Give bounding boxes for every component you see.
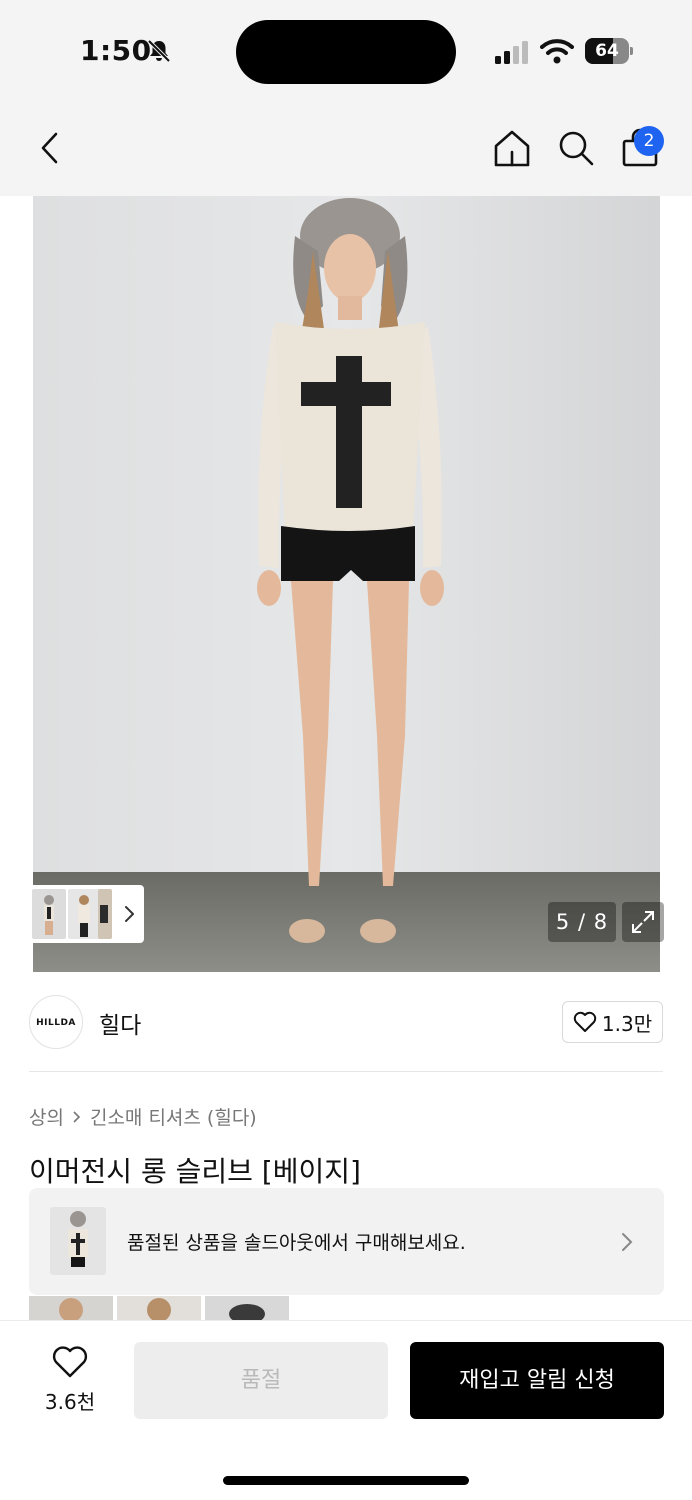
breadcrumb-category[interactable]: 상의 (29, 1103, 64, 1130)
heart-icon (573, 1011, 597, 1032)
related-images-row (29, 1296, 299, 1320)
chevron-right-icon[interactable] (120, 903, 138, 925)
thumbnail-image[interactable] (68, 889, 102, 939)
expand-button[interactable] (622, 902, 664, 942)
status-bar: 1:50 64 (0, 0, 692, 100)
brand-logo[interactable]: HILLDA (29, 995, 83, 1049)
bell-muted-icon (147, 39, 171, 63)
image-counter: 5 / 8 (548, 902, 616, 942)
restock-alert-button[interactable]: 재입고 알림 신청 (410, 1342, 664, 1419)
home-indicator (223, 1476, 469, 1485)
brand-name[interactable]: 힐다 (99, 1006, 141, 1040)
brand-like-button[interactable]: 1.3만 (562, 1001, 663, 1043)
breadcrumb-subcategory[interactable]: 긴소매 티셔츠 (힐다) (90, 1103, 257, 1130)
top-navigation-bar (0, 100, 692, 196)
cellular-signal-icon (495, 41, 528, 64)
product-title: 이머전시 롱 슬리브 [베이지] (29, 1155, 361, 1188)
search-button[interactable] (556, 128, 596, 168)
soldout-button[interactable]: 품절 (134, 1342, 388, 1419)
dynamic-island (236, 20, 456, 84)
soldout-banner[interactable]: 품절된 상품을 솔드아웃에서 구매해보세요. (29, 1188, 664, 1295)
chevron-left-icon (41, 132, 58, 164)
home-icon (494, 130, 530, 167)
expand-icon (632, 911, 654, 933)
battery-level: 64 (595, 41, 619, 61)
battery-indicator: 64 (585, 38, 633, 64)
heart-icon (52, 1346, 88, 1378)
chevron-right-icon (622, 1233, 633, 1251)
thumbnail-image[interactable] (98, 889, 112, 939)
product-photo (33, 196, 660, 972)
related-image[interactable] (205, 1296, 289, 1320)
brand-like-count: 1.3만 (601, 1011, 653, 1036)
divider (29, 1071, 663, 1072)
breadcrumb: 상의 긴소매 티셔츠 (힐다) (29, 1103, 257, 1130)
wishlist-button[interactable]: 3.6천 (30, 1343, 110, 1419)
status-time: 1:50 (80, 34, 152, 67)
banner-thumbnail (50, 1207, 106, 1275)
wifi-icon (540, 39, 574, 64)
soldout-banner-text: 품절된 상품을 솔드아웃에서 구매해보세요. (127, 1232, 466, 1254)
related-image[interactable] (117, 1296, 201, 1320)
chevron-right-icon (73, 1110, 81, 1123)
search-icon (559, 131, 594, 166)
wishlist-count: 3.6천 (44, 1390, 96, 1414)
related-image[interactable] (29, 1296, 113, 1320)
home-button[interactable] (492, 128, 532, 168)
thumbnail-image[interactable] (32, 889, 66, 939)
back-button[interactable] (30, 128, 70, 168)
product-image[interactable] (33, 196, 660, 972)
cart-count-badge: 2 (634, 126, 664, 156)
